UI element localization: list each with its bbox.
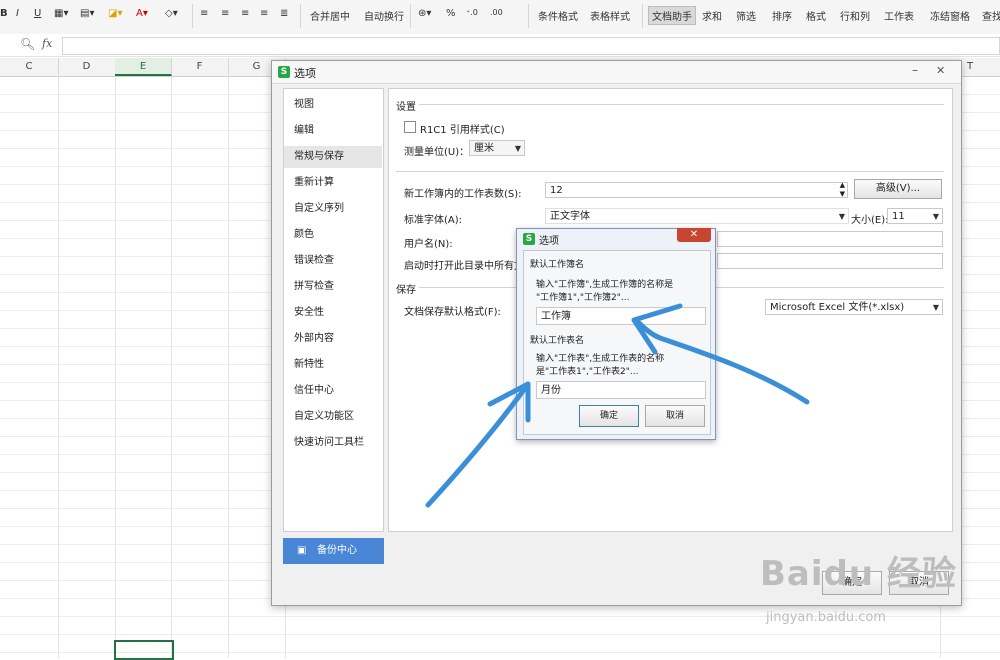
watermark-brand: Baidu 经验	[760, 554, 957, 594]
watermark-url: jingyan.baidu.com	[766, 610, 886, 625]
baidu-watermark: Baidu 经验 jingyan.baidu.com	[760, 546, 990, 636]
